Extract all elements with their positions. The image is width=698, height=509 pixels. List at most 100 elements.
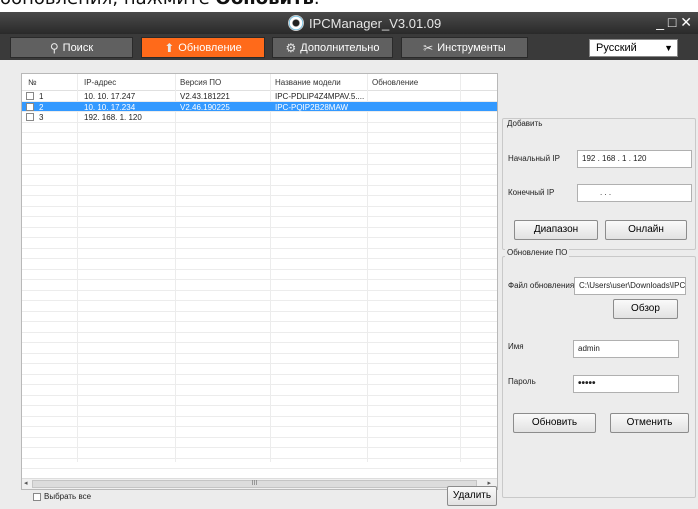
empty-row <box>22 354 497 364</box>
empty-row <box>22 165 497 175</box>
row-checkbox[interactable] <box>26 102 34 111</box>
col-header-version: Версия ПО <box>180 78 222 87</box>
empty-row <box>22 217 497 228</box>
tools-icon: ✂ <box>423 40 434 55</box>
empty-row <box>22 427 497 438</box>
app-root: обновления, нажмите Обновить. IPCManager… <box>0 0 698 509</box>
cell-ip: 192. 168. 1. 120 <box>84 113 142 122</box>
browse-button[interactable]: Обзор <box>613 299 678 319</box>
empty-row <box>22 238 497 249</box>
empty-row <box>22 144 497 154</box>
language-select[interactable]: Русский ▼ <box>589 39 678 57</box>
row-checkbox[interactable] <box>26 92 34 100</box>
cell-ip: 10. 10. 17.247 <box>84 92 136 101</box>
add-group-title: Добавить <box>505 119 545 128</box>
empty-row <box>22 448 497 459</box>
password-input[interactable]: ••••• <box>573 375 679 393</box>
end-ip-input[interactable]: . . . <box>577 184 692 202</box>
empty-row <box>22 154 497 165</box>
checkbox-icon <box>33 492 41 501</box>
caption-suffix: . <box>314 0 320 9</box>
chevron-down-icon: ▼ <box>664 43 673 53</box>
username-input[interactable]: admin <box>573 340 679 358</box>
window-titlebar: IPCManager_V3.01.09 _ □ ✕ <box>0 12 698 34</box>
empty-row <box>22 396 497 406</box>
empty-row <box>22 207 497 217</box>
settings-icon: ⚙ <box>285 40 297 55</box>
empty-row <box>22 322 497 333</box>
empty-row <box>22 196 497 207</box>
file-label: Файл обновления <box>508 281 575 290</box>
col-header-update: Обновление <box>372 78 419 87</box>
empty-row <box>22 175 497 186</box>
device-table[interactable]: № IP-адрес Версия ПО Название модели Обн… <box>21 73 498 490</box>
cell-model: IPC-PQIP2B28MAW <box>275 102 349 112</box>
select-all-label: Выбрать все <box>44 492 92 501</box>
table-header: № IP-адрес Версия ПО Название модели Обн… <box>22 74 497 91</box>
empty-row <box>22 417 497 427</box>
empty-row <box>22 385 497 396</box>
empty-row <box>22 123 497 133</box>
tab-search[interactable]: ⚲ Поиск <box>10 37 133 58</box>
empty-row <box>22 133 497 144</box>
empty-row <box>22 343 497 354</box>
row-checkbox[interactable] <box>26 113 34 121</box>
table-row[interactable]: 2 10. 10. 17.234 V2.46.190225 IPC-PQIP2B28M… <box>22 101 497 112</box>
col-header-ip: IP-адрес <box>84 78 117 87</box>
select-all-checkbox[interactable]: Выбрать все <box>33 492 91 501</box>
password-label: Пароль <box>508 377 536 386</box>
empty-row <box>22 438 497 448</box>
cell-num: 2 <box>39 102 44 112</box>
table-row[interactable]: 1 10. 10. 17.247 V2.43.181221 IPC-PDLIP4Z4M… <box>22 91 497 102</box>
cell-version: V2.43.181221 <box>180 92 230 101</box>
cell-ip: 10. 10. 17.234 <box>84 102 136 112</box>
file-path-input[interactable]: C:\Users\user\Downloads\IPC <box>574 277 686 295</box>
tab-bar: ⚲ Поиск ⬆ Обновление ⚙ Дополнительно ✂ И… <box>0 34 698 60</box>
tab-advanced[interactable]: ⚙ Дополнительно <box>272 37 393 58</box>
firmware-group-title: Обновление ПО <box>505 248 570 257</box>
caption-prefix: обновления, нажмите <box>0 0 215 9</box>
end-ip-label: Конечный IP <box>508 188 555 197</box>
empty-row <box>22 280 497 291</box>
empty-row <box>22 186 497 196</box>
language-selected: Русский <box>596 42 637 54</box>
window-title-text: IPCManager_V3.01.09 <box>309 15 442 31</box>
scrollbar-thumb[interactable]: III <box>32 480 477 488</box>
scroll-left-icon[interactable]: ◂ <box>24 479 28 487</box>
col-header-number: № <box>28 78 37 87</box>
start-ip-input[interactable]: 192 . 168 . 1 . 120 <box>577 150 692 168</box>
empty-row <box>22 301 497 312</box>
online-button[interactable]: Онлайн <box>605 220 687 240</box>
table-row[interactable]: 3 192. 168. 1. 120 <box>22 112 497 123</box>
upgrade-icon: ⬆ <box>164 40 175 55</box>
horizontal-scrollbar[interactable]: ◂ III ▸ <box>22 478 497 489</box>
search-icon: ⚲ <box>49 40 59 55</box>
username-label: Имя <box>508 342 524 351</box>
empty-row <box>22 270 497 280</box>
empty-row <box>22 228 497 238</box>
update-button[interactable]: Обновить <box>513 413 596 433</box>
caption-bold: Обновить <box>215 0 314 9</box>
window-title: IPCManager_V3.01.09 <box>288 15 441 31</box>
tab-search-label: Поиск <box>62 41 94 54</box>
cell-version: V2.46.190225 <box>180 102 230 112</box>
tab-upgrade-label: Обновление <box>178 41 242 54</box>
work-area: № IP-адрес Версия ПО Название модели Обн… <box>0 60 698 509</box>
range-button[interactable]: Диапазон <box>514 220 598 240</box>
cell-num: 3 <box>39 113 44 122</box>
instruction-caption: обновления, нажмите Обновить. <box>0 0 320 12</box>
tab-advanced-label: Дополнительно <box>300 41 380 54</box>
empty-row <box>22 406 497 417</box>
empty-row <box>22 364 497 375</box>
window-controls[interactable]: _ □ ✕ <box>656 14 692 31</box>
tab-upgrade[interactable]: ⬆ Обновление <box>141 37 265 58</box>
empty-row <box>22 291 497 301</box>
empty-row <box>22 249 497 259</box>
col-header-model: Название модели <box>275 78 341 87</box>
cancel-button[interactable]: Отменить <box>610 413 689 433</box>
cell-model: IPC-PDLIP4Z4MPAV.5.... <box>275 92 365 101</box>
empty-row <box>22 259 497 270</box>
cell-num: 1 <box>39 92 44 101</box>
delete-button[interactable]: Удалить <box>447 486 497 506</box>
tab-tools[interactable]: ✂ Инструменты <box>401 37 528 58</box>
